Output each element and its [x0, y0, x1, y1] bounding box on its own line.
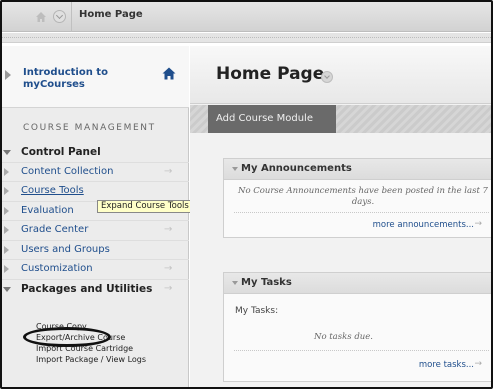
chevron-down-icon[interactable] [53, 10, 66, 23]
triangle-right-icon [4, 265, 9, 273]
module-divider [234, 212, 489, 213]
main-content: Home Page Add Course Module My Announcem… [190, 46, 491, 387]
menu-item-customization[interactable]: Customization → [2, 260, 189, 280]
add-course-module-button[interactable]: Add Course Module [208, 105, 336, 133]
triangle-right-icon [4, 245, 9, 254]
triangle-right-icon [4, 206, 9, 215]
menu-item-label: Users and Groups [21, 243, 110, 255]
menu-item-control-panel[interactable]: Control Panel [2, 143, 189, 163]
module-title: My Tasks [241, 277, 292, 288]
home-icon[interactable] [35, 11, 47, 23]
menu-item-packages-and-utilities[interactable]: Packages and Utilities → [2, 280, 189, 300]
course-management-menu: Control Panel Content Collection → Cours… [2, 143, 189, 299]
triangle-down-icon [3, 150, 11, 155]
triangle-down-icon [3, 286, 11, 292]
course-title[interactable]: Introduction to myCourses [23, 67, 143, 91]
triangle-right-icon [4, 187, 9, 195]
dotted-divider-strip [2, 33, 491, 43]
menu-item-grade-center[interactable]: Grade Center → [2, 221, 189, 241]
breadcrumb-current[interactable]: Home Page [79, 9, 143, 20]
tasks-module: My Tasks My Tasks: No tasks due. more ta… [223, 272, 491, 382]
page-title: Home Page [216, 64, 325, 84]
window-frame: Home Page Introduction to myCourses COUR… [0, 0, 493, 389]
triangle-right-icon [4, 167, 9, 176]
tasks-label: My Tasks: [235, 306, 279, 316]
arrow-right-icon[interactable]: → [164, 283, 172, 294]
action-bar: Add Course Module [190, 105, 491, 133]
page-header: Home Page [190, 46, 491, 104]
expand-course-tools-tooltip: Expand Course Tools [97, 200, 193, 213]
course-title-link[interactable]: Introduction to myCourses [2, 46, 189, 108]
menu-item-content-collection[interactable]: Content Collection → [2, 163, 189, 182]
triangle-down-icon[interactable] [232, 281, 238, 285]
menu-item-label: Grade Center [21, 224, 89, 235]
module-header[interactable]: My Tasks [224, 273, 491, 294]
arrow-right-icon[interactable]: → [164, 166, 172, 177]
chevron-down-icon[interactable] [321, 71, 333, 83]
highlight-oval-annotation [23, 327, 111, 347]
arrow-right-icon[interactable]: → [164, 224, 172, 235]
announcements-empty-message: No Course Announcements have been posted… [238, 186, 488, 207]
import-package-view-logs-link[interactable]: Import Package / View Logs [36, 354, 186, 365]
more-tasks-link[interactable]: more tasks... [419, 360, 474, 370]
triangle-right-icon [4, 226, 9, 234]
arrow-right-icon[interactable]: → [474, 219, 482, 229]
menu-item-label: Content Collection [21, 165, 114, 177]
triangle-right-icon [5, 70, 11, 80]
module-divider [234, 350, 489, 351]
course-management-header: COURSE MANAGEMENT [23, 123, 156, 133]
course-home-icon[interactable] [162, 67, 176, 80]
announcements-module: My Announcements No Course Announcements… [223, 158, 491, 238]
arrow-right-icon[interactable]: → [164, 263, 172, 274]
triangle-down-icon[interactable] [232, 167, 238, 171]
menu-item-label: Customization [21, 263, 93, 274]
top-breadcrumb-bar: Home Page [2, 2, 491, 32]
more-announcements-link[interactable]: more announcements... [373, 220, 474, 230]
menu-item-label: Evaluation [21, 204, 74, 216]
tasks-empty-message: No tasks due. [314, 332, 373, 342]
menu-item-course-tools[interactable]: Course Tools [2, 182, 189, 202]
menu-item-label: Course Tools [21, 185, 84, 196]
menu-item-label: Control Panel [21, 146, 101, 158]
breadcrumb-separator [71, 2, 72, 32]
arrow-right-icon[interactable]: → [474, 359, 482, 369]
menu-item-users-and-groups[interactable]: Users and Groups [2, 241, 189, 260]
menu-item-label: Packages and Utilities [21, 282, 153, 295]
module-header[interactable]: My Announcements [224, 159, 491, 180]
module-title: My Announcements [241, 163, 352, 174]
